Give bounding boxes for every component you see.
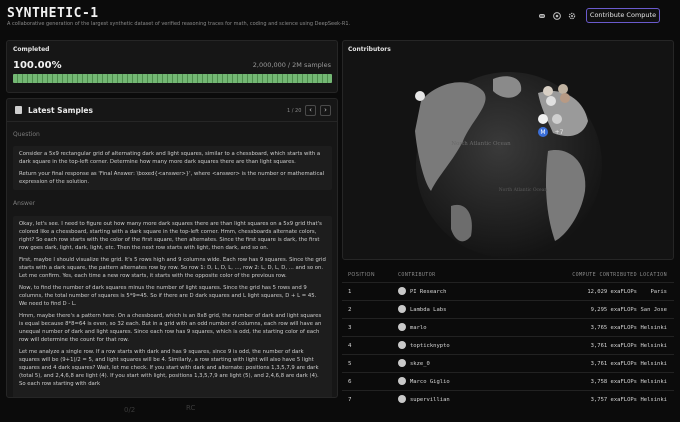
contributor-table: POSITION CONTRIBUTOR COMPUTE CONTRIBUTED… <box>342 262 674 422</box>
answer-paragraph: Hmm, maybe there's a pattern here. On a … <box>19 313 322 343</box>
row-contributor: topticknypto <box>410 343 450 349</box>
row-compute: 3,758 exaFLOPs <box>590 379 637 385</box>
chevron-right-icon: › <box>324 106 327 114</box>
table-row[interactable]: 7 supervillian 3,757 exaFLOPs Helsinki <box>342 390 674 408</box>
table-row[interactable]: 1 PI Research 12,029 exaFLOPs Paris <box>342 282 674 300</box>
progress-fill <box>13 74 332 83</box>
header-position: POSITION <box>348 272 376 278</box>
row-compute: 3,757 exaFLOPs <box>590 397 637 403</box>
row-position: 4 <box>348 343 352 349</box>
row-compute: 12,029 exaFLOPs <box>587 289 637 295</box>
landmass-africa <box>545 150 586 241</box>
row-location: Paris <box>650 289 667 295</box>
table-row[interactable]: 6 Marco Giglio 3,758 exaFLOPs Helsinki <box>342 372 674 390</box>
table-row[interactable]: 5 skze_0 3,761 exaFLOPs Helsinki <box>342 354 674 372</box>
cluster-letter: M <box>540 129 545 136</box>
document-icon <box>15 106 22 114</box>
completed-percent: 100.00% <box>13 60 62 71</box>
table-row[interactable]: 4 topticknypto 3,761 exaFLOPs Helsinki <box>342 336 674 354</box>
row-location: San Jose <box>640 307 668 313</box>
prev-sample-button[interactable]: ‹ <box>305 105 316 116</box>
ocean-label-small: North Atlantic Ocean <box>499 187 548 193</box>
page-subtitle: A collaborative generation of the larges… <box>7 21 351 27</box>
table-row[interactable]: 3 marlo 3,765 exaFLOPs Helsinki <box>342 318 674 336</box>
answer-label: Answer <box>13 200 36 207</box>
samples-header: Latest Samples 1 / 20 ‹ › <box>7 99 337 122</box>
globe-map[interactable]: North Atlantic Ocean North Atlantic Ocea… <box>343 41 674 260</box>
page-title: SYNTHETIC-1 <box>7 6 99 21</box>
discord-icon[interactable] <box>538 12 546 20</box>
row-position: 1 <box>348 289 352 295</box>
question-label: Question <box>13 131 40 138</box>
question-text: Consider a 5x9 rectangular grid of alter… <box>19 151 321 165</box>
question-box: Consider a 5x9 rectangular grid of alter… <box>13 146 332 190</box>
ocean-label: North Atlantic Ocean <box>451 141 511 147</box>
contributor-marker[interactable] <box>558 84 568 94</box>
avatar <box>398 287 406 295</box>
contributor-marker[interactable] <box>546 96 556 106</box>
page-header: SYNTHETIC-1 A collaborative generation o… <box>0 0 680 36</box>
row-position: 5 <box>348 361 352 367</box>
contributor-marker[interactable] <box>560 93 570 103</box>
row-compute: 9,295 exaFLOPs <box>590 307 637 313</box>
table-row[interactable]: 2 Lambda Labs 9,295 exaFLOPs San Jose <box>342 300 674 318</box>
row-location: Helsinki <box>640 343 668 349</box>
contributors-panel: Contributors North Atlantic Ocean North … <box>342 40 674 260</box>
row-position: 6 <box>348 379 352 385</box>
row-contributor: Marco Giglio <box>410 379 450 385</box>
latest-samples-panel: Latest Samples 1 / 20 ‹ › Question Consi… <box>6 98 338 398</box>
row-contributor: supervillian <box>410 397 450 403</box>
contributor-marker[interactable] <box>415 91 425 101</box>
row-location: Helsinki <box>640 361 668 367</box>
completed-label: Completed <box>13 46 50 53</box>
avatar <box>398 395 406 403</box>
bottom-text-b: RC <box>186 404 196 412</box>
row-position: 2 <box>348 307 352 313</box>
header-location: LOCATION <box>639 272 667 278</box>
settings-icon[interactable] <box>568 12 576 20</box>
completed-count: 2,000,000 / 2M samples <box>252 61 331 69</box>
contribute-compute-button[interactable]: Contribute Compute <box>586 8 660 23</box>
row-location: Helsinki <box>640 325 668 331</box>
chevron-left-icon: ‹ <box>309 106 312 114</box>
header-compute: COMPUTE CONTRIBUTED <box>572 272 637 278</box>
avatar <box>398 323 406 331</box>
bottom-text-a: 0/2 <box>124 406 136 414</box>
row-location: Helsinki <box>640 397 668 403</box>
contributor-marker[interactable] <box>543 86 553 96</box>
github-icon[interactable] <box>553 12 561 20</box>
samples-title: Latest Samples <box>28 106 93 115</box>
row-compute: 3,761 exaFLOPs <box>590 343 637 349</box>
progress-bar <box>13 74 332 83</box>
samples-pagination: 1 / 20 <box>287 108 302 114</box>
row-position: 3 <box>348 325 352 331</box>
row-compute: 3,765 exaFLOPs <box>590 325 637 331</box>
row-location: Helsinki <box>640 379 668 385</box>
avatar <box>398 305 406 313</box>
answer-paragraph: First, maybe I should visualize the grid… <box>19 257 326 279</box>
row-contributor: skze_0 <box>410 361 430 367</box>
avatar <box>398 377 406 385</box>
cluster-count: +7 <box>555 129 564 136</box>
row-position: 7 <box>348 397 352 403</box>
header-contributor: CONTRIBUTOR <box>398 272 436 278</box>
answer-paragraph: Okay, let's see. I need to figure out ho… <box>19 221 322 251</box>
completed-panel: Completed 100.00% 2,000,000 / 2M samples <box>6 40 338 93</box>
contributor-marker[interactable] <box>552 114 562 124</box>
contributor-marker[interactable] <box>538 114 548 124</box>
row-compute: 3,761 exaFLOPs <box>590 361 637 367</box>
bottom-strip: 0/2 RC <box>6 400 338 422</box>
avatar <box>398 341 406 349</box>
answer-paragraph: Let me analyze a single row. If a row st… <box>19 349 319 387</box>
row-contributor: marlo <box>410 325 427 331</box>
avatar <box>398 359 406 367</box>
next-sample-button[interactable]: › <box>320 105 331 116</box>
answer-paragraph: Now, to find the number of dark squares … <box>19 285 317 307</box>
question-instruction: Return your final response as 'Final Ans… <box>19 171 325 185</box>
answer-box: Okay, let's see. I need to figure out ho… <box>13 216 332 397</box>
row-contributor: Lambda Labs <box>410 307 447 313</box>
row-contributor: PI Research <box>410 289 447 295</box>
